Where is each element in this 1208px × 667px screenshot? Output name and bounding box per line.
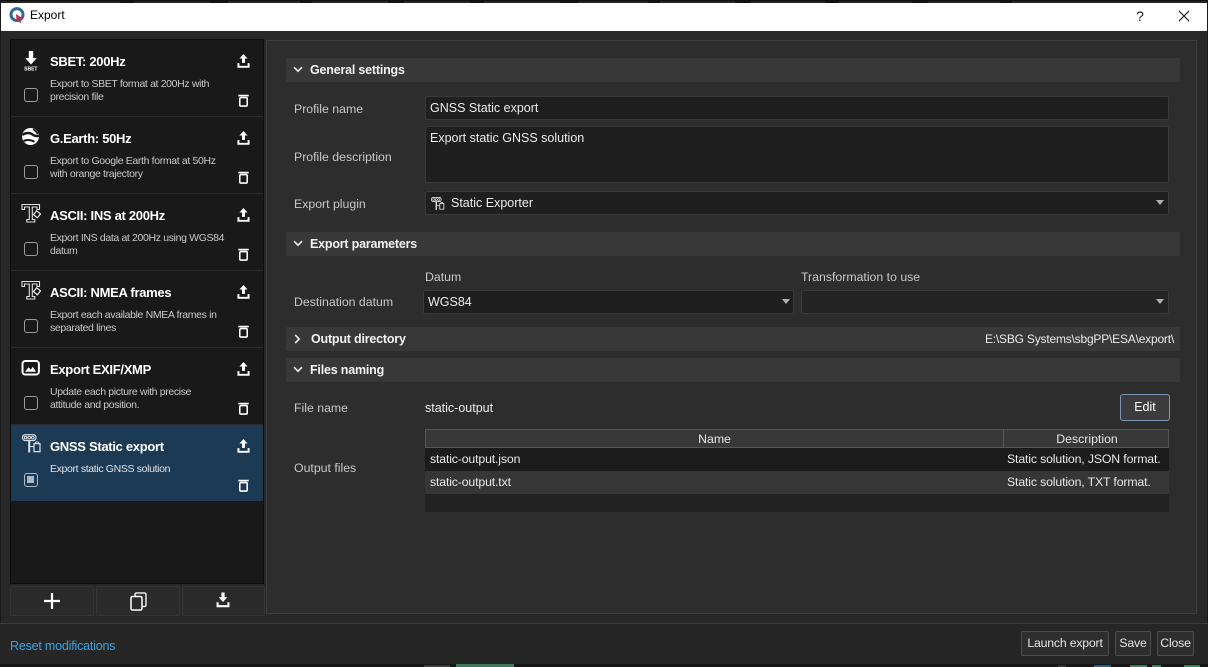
svg-text:SBET: SBET bbox=[24, 67, 37, 73]
